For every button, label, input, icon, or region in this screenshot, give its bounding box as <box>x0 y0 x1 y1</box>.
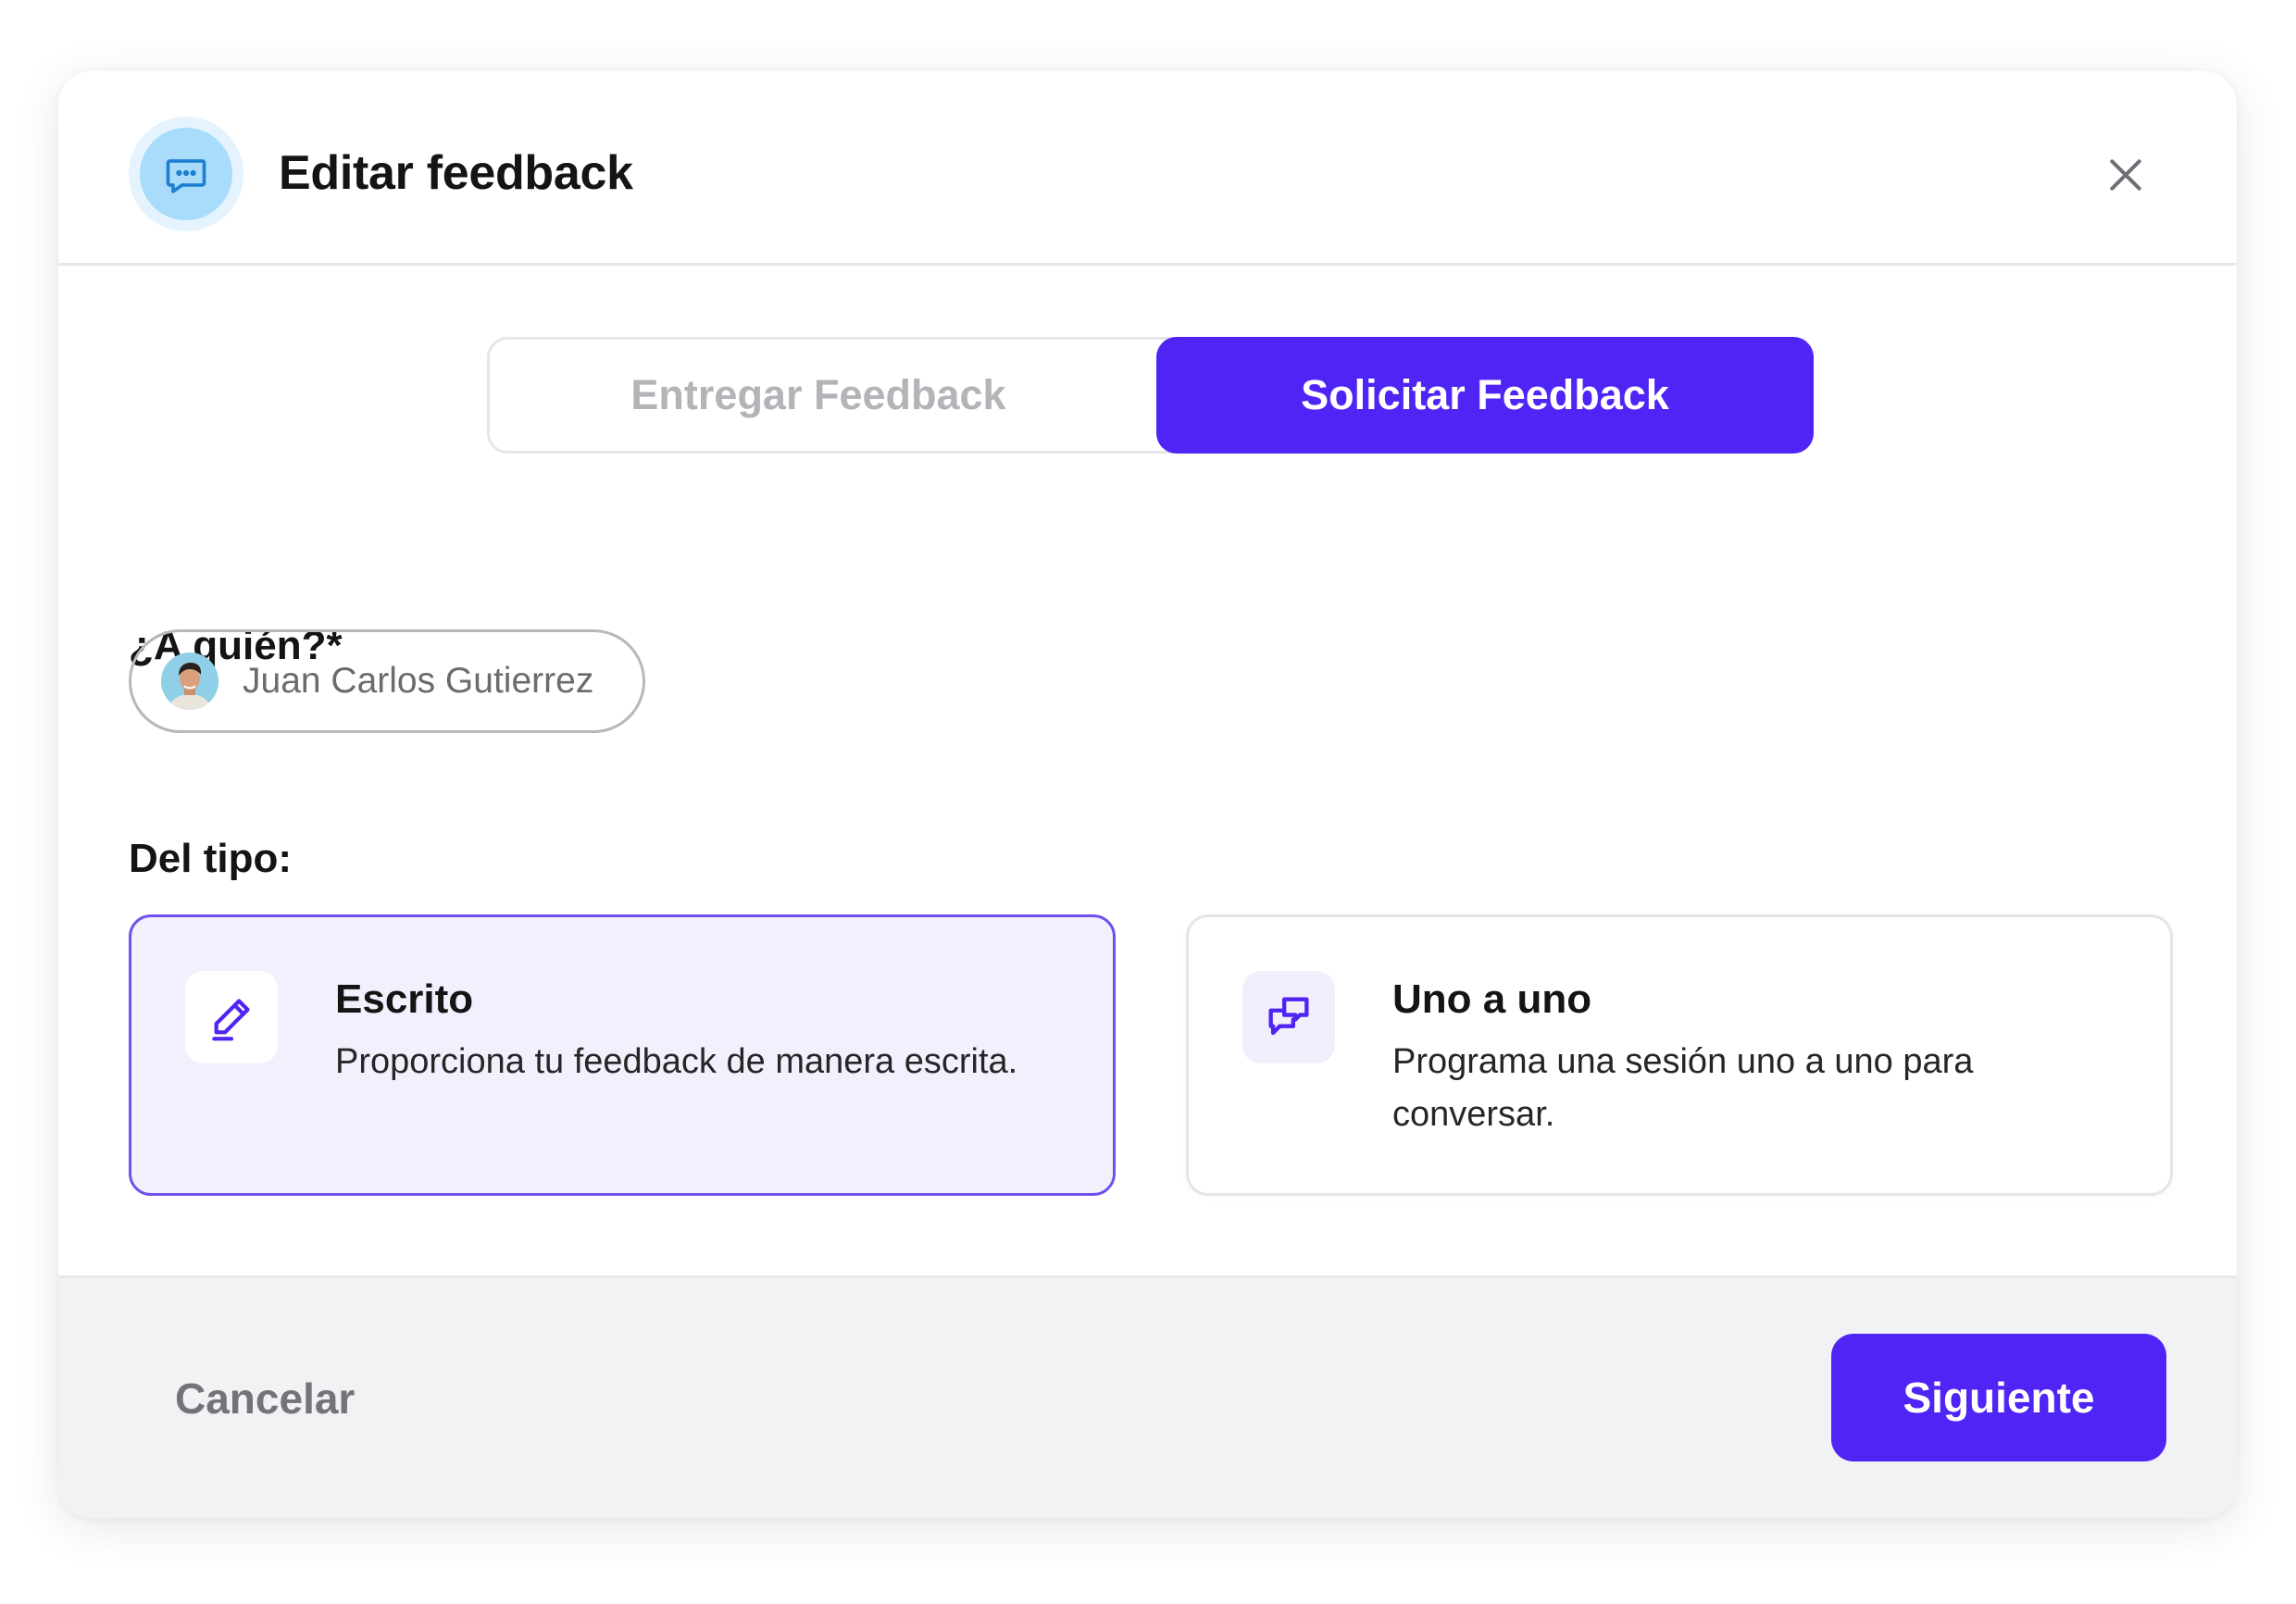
conversation-icon <box>1268 997 1309 1036</box>
feedback-mode-toggle: Entregar Feedback Solicitar Feedback <box>487 337 1814 454</box>
close-icon <box>2110 159 2141 191</box>
header-icon-badge <box>129 117 243 231</box>
dialog-header: Editar feedback <box>58 71 2237 266</box>
recipient-name: Juan Carlos Gutierrez <box>243 661 594 701</box>
chat-bubble-icon <box>166 159 206 193</box>
recipient-chip[interactable]: Juan Carlos Gutierrez <box>129 629 645 733</box>
option-escrito-icon-box <box>185 971 278 1063</box>
cancel-button[interactable]: Cancelar <box>175 1374 355 1424</box>
option-escrito[interactable]: Escrito Proporciona tu feedback de maner… <box>129 914 1116 1196</box>
dialog-footer: Cancelar Siguiente <box>58 1275 2237 1518</box>
close-button[interactable] <box>2098 147 2153 203</box>
option-escrito-title: Escrito <box>335 976 474 1022</box>
pencil-icon <box>212 999 250 1041</box>
avatar <box>161 653 218 710</box>
tab-entregar-feedback[interactable]: Entregar Feedback <box>490 337 1147 454</box>
option-uno-a-uno-title: Uno a uno <box>1392 976 1592 1022</box>
option-uno-a-uno-description: Programa una sesión uno a uno para conve… <box>1392 1042 1974 1134</box>
option-uno-a-uno[interactable]: Uno a uno Programa una sesión uno a uno … <box>1186 914 2173 1196</box>
type-label: Del tipo: <box>129 836 292 881</box>
tab-solicitar-feedback[interactable]: Solicitar Feedback <box>1156 337 1814 454</box>
option-uno-a-uno-icon-box <box>1242 971 1335 1063</box>
edit-feedback-dialog: Editar feedback Entregar Feedback Solici… <box>58 71 2237 1518</box>
dialog-title: Editar feedback <box>279 146 633 200</box>
option-escrito-description: Proporciona tu feedback de manera escrit… <box>335 1042 1018 1081</box>
next-button[interactable]: Siguiente <box>1831 1334 2166 1461</box>
